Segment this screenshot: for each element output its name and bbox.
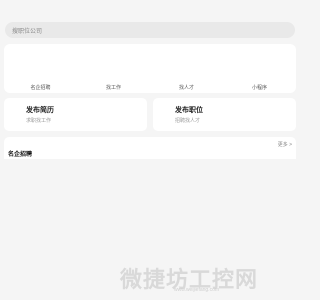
publish-resume-title: 发布简历 xyxy=(26,107,54,114)
publish-resume-subtitle: 求职找工作 xyxy=(26,118,52,124)
publish-job-subtitle: 招聘找人才 xyxy=(175,118,201,124)
recommend-section: 名企招聘 更多 > xyxy=(4,137,296,159)
nav-item-find-job[interactable]: 找工作 xyxy=(77,84,150,91)
recommend-title: 名企招聘 xyxy=(8,152,33,158)
watermark-url: www.weijiefang.com xyxy=(174,287,220,293)
publish-job-tile[interactable]: 发布职位 招聘找人才 xyxy=(153,98,296,131)
nav-item-mini-program[interactable]: 小程序 xyxy=(223,84,296,91)
nav-items: 名企招聘 找工作 找人才 小程序 xyxy=(4,84,296,91)
search-placeholder: 搜职位公司 xyxy=(12,28,43,35)
nav-card: 名企招聘 找工作 找人才 小程序 xyxy=(4,44,296,93)
publish-job-title: 发布职位 xyxy=(175,107,203,114)
search-bar[interactable]: 搜职位公司 xyxy=(5,22,295,38)
more-link[interactable]: 更多 > xyxy=(278,141,292,148)
publish-resume-tile[interactable]: 发布简历 求职找工作 xyxy=(4,98,147,131)
nav-item-find-talent[interactable]: 找人才 xyxy=(150,84,223,91)
nav-item-famous-jobs[interactable]: 名企招聘 xyxy=(4,84,77,91)
